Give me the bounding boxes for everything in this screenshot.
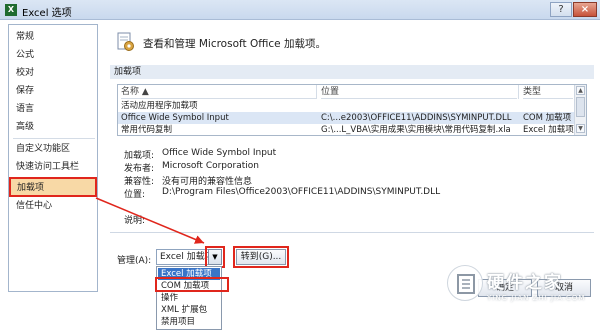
row-location: G:\...L_VBA\实用成果\实用模块\常用代码复制.xla [321, 125, 511, 135]
row-type: COM 加载项 [523, 113, 572, 123]
window-titlebar: X Excel 选项 ? × [0, 0, 600, 20]
column-header-type[interactable]: 类型 [523, 85, 573, 99]
sidebar-item-language[interactable]: 语言 [10, 100, 97, 119]
addins-gear-icon [117, 32, 135, 52]
page-header: 查看和管理 Microsoft Office 加载项。 [143, 38, 326, 50]
manage-label: 管理(A): [117, 256, 152, 266]
sidebar-divider [13, 138, 95, 139]
sidebar-item-quick-access[interactable]: 快速访问工具栏 [10, 158, 97, 177]
watermark-subtext: YING JIAN ZHI JIA.COM [487, 294, 586, 302]
manage-dropdown-list: Excel 加载项 COM 加载项 操作 XML 扩展包 禁用项目 [156, 266, 222, 330]
detail-publisher-value: Microsoft Corporation [162, 161, 259, 171]
detail-publisher: 发布者: Microsoft Corporation [124, 161, 259, 174]
annotation-highlight-com-option [155, 277, 229, 292]
scroll-down-icon[interactable]: ▼ [576, 124, 585, 133]
detail-addin: 加载项: Office Wide Symbol Input [124, 148, 276, 161]
table-row[interactable]: Office Wide Symbol Input C:\...e2003\OFF… [118, 112, 574, 124]
dropdown-option-xml-expansion[interactable]: XML 扩展包 [158, 304, 220, 316]
sidebar-item-general[interactable]: 常规 [10, 28, 97, 47]
detail-addin-value: Office Wide Symbol Input [162, 148, 277, 158]
sidebar-item-advanced[interactable]: 高级 [10, 118, 97, 137]
detail-description-label: 说明: [124, 216, 146, 226]
dropdown-option-actions[interactable]: 操作 [158, 292, 220, 304]
sidebar-item-formulas[interactable]: 公式 [10, 46, 97, 65]
dropdown-option-disabled-items[interactable]: 禁用项目 [158, 316, 220, 328]
sidebar-item-proofing[interactable]: 校对 [10, 64, 97, 83]
sidebar-item-save[interactable]: 保存 [10, 82, 97, 101]
watermark: 硬件之家 YING JIAN ZHI JIA.COM [447, 262, 597, 318]
row-location: C:\...e2003\OFFICE11\ADDINS\SYMINPUT.DLL [321, 113, 512, 123]
options-sidebar: 常规 公式 校对 保存 语言 高级 自定义功能区 快速访问工具栏 加载项 信任中… [8, 24, 98, 292]
column-separator [316, 85, 317, 99]
excel-app-icon: X [5, 4, 17, 16]
watermark-text: 硬件之家 [487, 273, 563, 293]
column-separator [518, 85, 519, 99]
help-button[interactable]: ? [550, 2, 572, 17]
column-header-location[interactable]: 位置 [321, 85, 517, 99]
detail-compat-label: 兼容性: [124, 177, 155, 187]
annotation-highlight-addins [9, 177, 97, 197]
row-name: 常用代码复制 [121, 125, 173, 135]
detail-addin-label: 加载项: [124, 151, 155, 161]
detail-location-label: 位置: [124, 190, 146, 200]
detail-publisher-label: 发布者: [124, 164, 155, 174]
watermark-logo-icon [447, 265, 483, 301]
annotation-highlight-goto [233, 246, 289, 268]
detail-compat-value: 没有可用的兼容性信息 [162, 177, 253, 187]
sidebar-item-customize-ribbon[interactable]: 自定义功能区 [10, 140, 97, 159]
section-label-addins: 加载项 [110, 65, 594, 79]
arrow-to-dropdown [95, 197, 205, 244]
close-button[interactable]: × [573, 2, 597, 17]
row-type: Excel 加载项 [523, 125, 574, 135]
addins-list: 名称 ▲ 位置 类型 活动应用程序加载项 Office Wide Symbol … [117, 84, 587, 136]
detail-location-value: D:\Program Files\Office2003\OFFICE11\ADD… [162, 187, 441, 197]
window-title: Excel 选项 [22, 8, 72, 19]
scroll-thumb[interactable] [576, 97, 585, 117]
list-scrollbar[interactable]: ▲ ▼ [574, 85, 586, 135]
detail-compat: 兼容性: 没有可用的兼容性信息 [124, 174, 252, 187]
column-header-name[interactable]: 名称 ▲ [121, 85, 316, 99]
group-label: 活动应用程序加载项 [121, 101, 198, 111]
scroll-up-icon[interactable]: ▲ [576, 86, 585, 95]
detail-location: 位置: D:\Program Files\Office2003\OFFICE11… [124, 187, 440, 200]
section-divider [110, 232, 594, 233]
group-row: 活动应用程序加载项 [118, 100, 574, 112]
table-row[interactable]: 常用代码复制 G:\...L_VBA\实用成果\实用模块\常用代码复制.xla … [118, 124, 574, 135]
row-name: Office Wide Symbol Input [121, 113, 229, 123]
sidebar-item-trust-center[interactable]: 信任中心 [10, 197, 97, 216]
annotation-highlight-dropdown [205, 246, 225, 268]
